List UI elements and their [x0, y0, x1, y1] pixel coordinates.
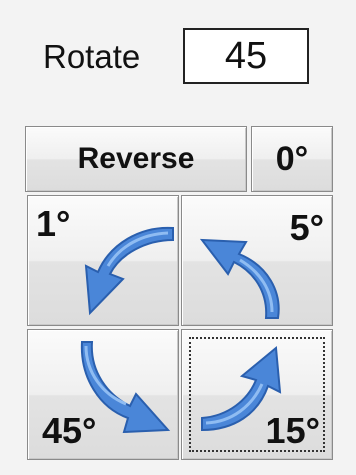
rotate-label: Rotate — [43, 38, 141, 75]
rotate-45-button[interactable]: 45° — [27, 329, 179, 460]
rotate-15-label: 15° — [265, 410, 320, 451]
rotate-1-label: 1° — [36, 203, 71, 244]
rotate-0-button-label: 0° — [275, 139, 309, 178]
rotate-5-label: 5° — [289, 207, 324, 248]
reverse-button[interactable]: Reverse — [25, 126, 247, 192]
rotate-45-label: 45° — [42, 410, 97, 451]
rotate-5-button[interactable]: 5° — [181, 195, 333, 326]
rotate-1-button[interactable]: 1° — [27, 195, 179, 326]
rotate-angle-input[interactable] — [183, 28, 309, 84]
reverse-button-label: Reverse — [77, 142, 195, 175]
rotate-panel: Rotate Reverse 0° 1° 5° 45° — [0, 0, 356, 475]
rotate-15-button[interactable]: 15° — [181, 329, 333, 460]
rotate-0-button[interactable]: 0° — [251, 126, 333, 192]
